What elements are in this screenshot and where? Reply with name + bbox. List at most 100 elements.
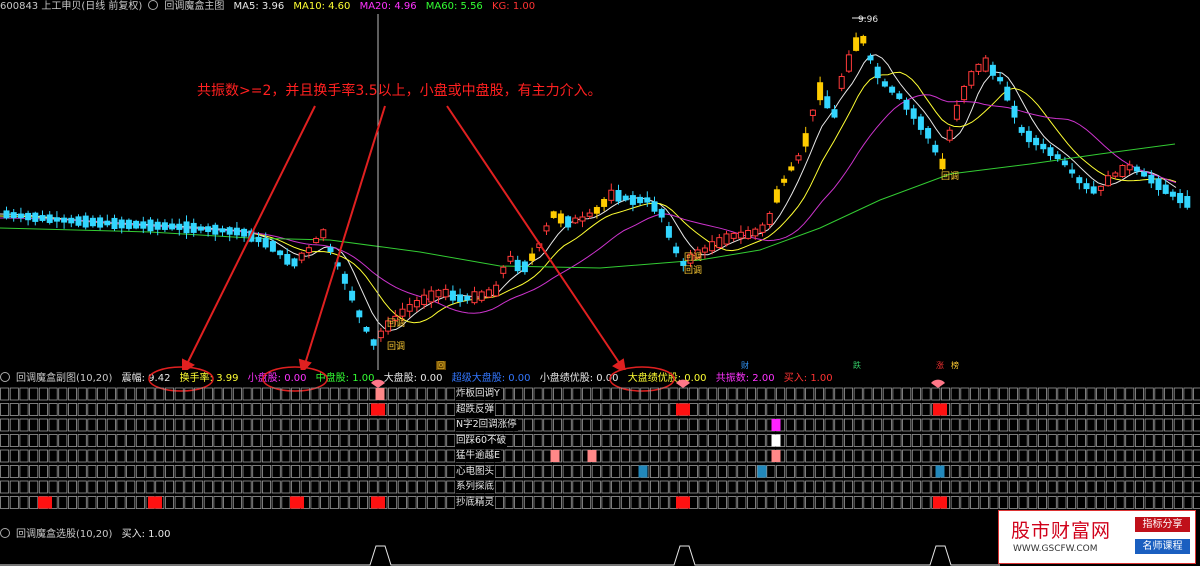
- candlestick-chart[interactable]: 9.96: [0, 14, 1200, 370]
- grid-cell: [873, 449, 883, 463]
- grid-cell: [679, 387, 689, 401]
- grid-cell: [650, 418, 660, 432]
- grid-cell: [126, 387, 136, 401]
- grid-cell: [203, 449, 213, 463]
- grid-cell: [620, 387, 630, 401]
- candle-body: [356, 310, 363, 318]
- grid-cell: [795, 449, 805, 463]
- grid-cell: [87, 387, 97, 401]
- grid-cell: [1038, 465, 1048, 478]
- grid-cell: [941, 449, 951, 463]
- grid-cell: [1028, 480, 1038, 494]
- candle-body: [838, 76, 845, 89]
- candle-body: [1177, 193, 1184, 204]
- grid-cell: [523, 480, 533, 494]
- grid-cell: [436, 434, 446, 447]
- logo-tag-indicator[interactable]: 指标分享: [1135, 517, 1190, 532]
- grid-cell: [1125, 496, 1135, 509]
- grid-cell: [611, 418, 621, 432]
- settings-gear-icon[interactable]: [0, 528, 10, 538]
- grid-cell: [1154, 449, 1164, 463]
- grid-cell: [0, 403, 10, 416]
- site-logo[interactable]: 股市财富网 WWW.GSCFW.COM 指标分享 名师课程: [998, 510, 1196, 564]
- grid-cell: [252, 403, 262, 416]
- candle-body: [75, 216, 82, 226]
- grid-cell: [756, 434, 766, 447]
- grid-cell: [960, 465, 970, 478]
- main-panel-name[interactable]: 回调魔盒主图: [164, 1, 224, 12]
- grid-cell: [1164, 496, 1174, 509]
- grid-cell: [785, 465, 795, 478]
- grid-cell: [562, 465, 572, 478]
- grid-cell: [174, 465, 184, 478]
- logo-tag-course[interactable]: 名师课程: [1135, 539, 1190, 554]
- grid-cell: [339, 465, 349, 478]
- grid-cell: [698, 418, 708, 432]
- grid-cell: [358, 480, 368, 494]
- grid-cell: [252, 418, 262, 432]
- grid-cell: [1076, 480, 1086, 494]
- grid-cell: [446, 403, 456, 416]
- signal-cell: [771, 419, 781, 431]
- grid-cell: [213, 480, 223, 494]
- grid-cell: [543, 434, 553, 447]
- grid-cell: [261, 434, 271, 447]
- grid-cell: [999, 465, 1009, 478]
- grid-cell: [1115, 387, 1125, 401]
- grid-cell: [184, 449, 194, 463]
- bottom-panel-name[interactable]: 回调魔盒选股(10,20): [16, 529, 112, 540]
- grid-cell: [1086, 434, 1096, 447]
- candle-body: [752, 228, 759, 237]
- grid-cell: [999, 418, 1009, 432]
- grid-cell: [164, 496, 174, 509]
- grid-cell: [48, 449, 58, 463]
- grid-cell: [834, 480, 844, 494]
- candle-body: [421, 294, 428, 305]
- grid-cell: [562, 403, 572, 416]
- grid-cell: [155, 403, 165, 416]
- grid-cell: [882, 387, 892, 401]
- grid-cell: [203, 418, 213, 432]
- grid-cell: [1076, 434, 1086, 447]
- grid-cell: [1183, 434, 1193, 447]
- grid-cell: [650, 465, 660, 478]
- grid-cell: [591, 387, 601, 401]
- grid-cell: [844, 434, 854, 447]
- grid-cell: [873, 496, 883, 509]
- grid-cell: [747, 418, 757, 432]
- candle-body: [1112, 172, 1119, 177]
- candle-body: [370, 339, 377, 346]
- grid-cell: [1018, 449, 1028, 463]
- grid-cell: [97, 387, 107, 401]
- candle-body: [125, 219, 132, 229]
- ma5-value: MA5: 3.96: [233, 1, 285, 12]
- settings-gear-icon[interactable]: [148, 0, 159, 10]
- grid-cell: [232, 418, 242, 432]
- grid-cell: [68, 434, 78, 447]
- grid-cell: [591, 434, 601, 447]
- grid-cell: [48, 387, 58, 401]
- grid-cell: [1144, 465, 1154, 478]
- candle-body: [197, 226, 204, 231]
- grid-cell: [29, 387, 39, 401]
- grid-cell: [727, 449, 737, 463]
- grid-cell: [223, 403, 233, 416]
- grid-cell: [232, 449, 242, 463]
- grid-cell: [1154, 403, 1164, 416]
- grid-cell: [1135, 403, 1145, 416]
- grid-cell: [834, 387, 844, 401]
- grid-cell: [921, 434, 931, 447]
- grid-cell: [58, 480, 68, 494]
- grid-cell: [446, 418, 456, 432]
- grid-cell: [358, 403, 368, 416]
- grid-cell: [213, 465, 223, 478]
- grid-cell: [1115, 403, 1125, 416]
- grid-cell: [805, 465, 815, 478]
- candle-body: [961, 85, 968, 101]
- grid-cell: [679, 434, 689, 447]
- grid-cell: [999, 496, 1009, 509]
- grid-cell: [77, 496, 87, 509]
- signal-cell: [638, 465, 648, 478]
- grid-cell: [650, 480, 660, 494]
- grid-cell: [640, 403, 650, 416]
